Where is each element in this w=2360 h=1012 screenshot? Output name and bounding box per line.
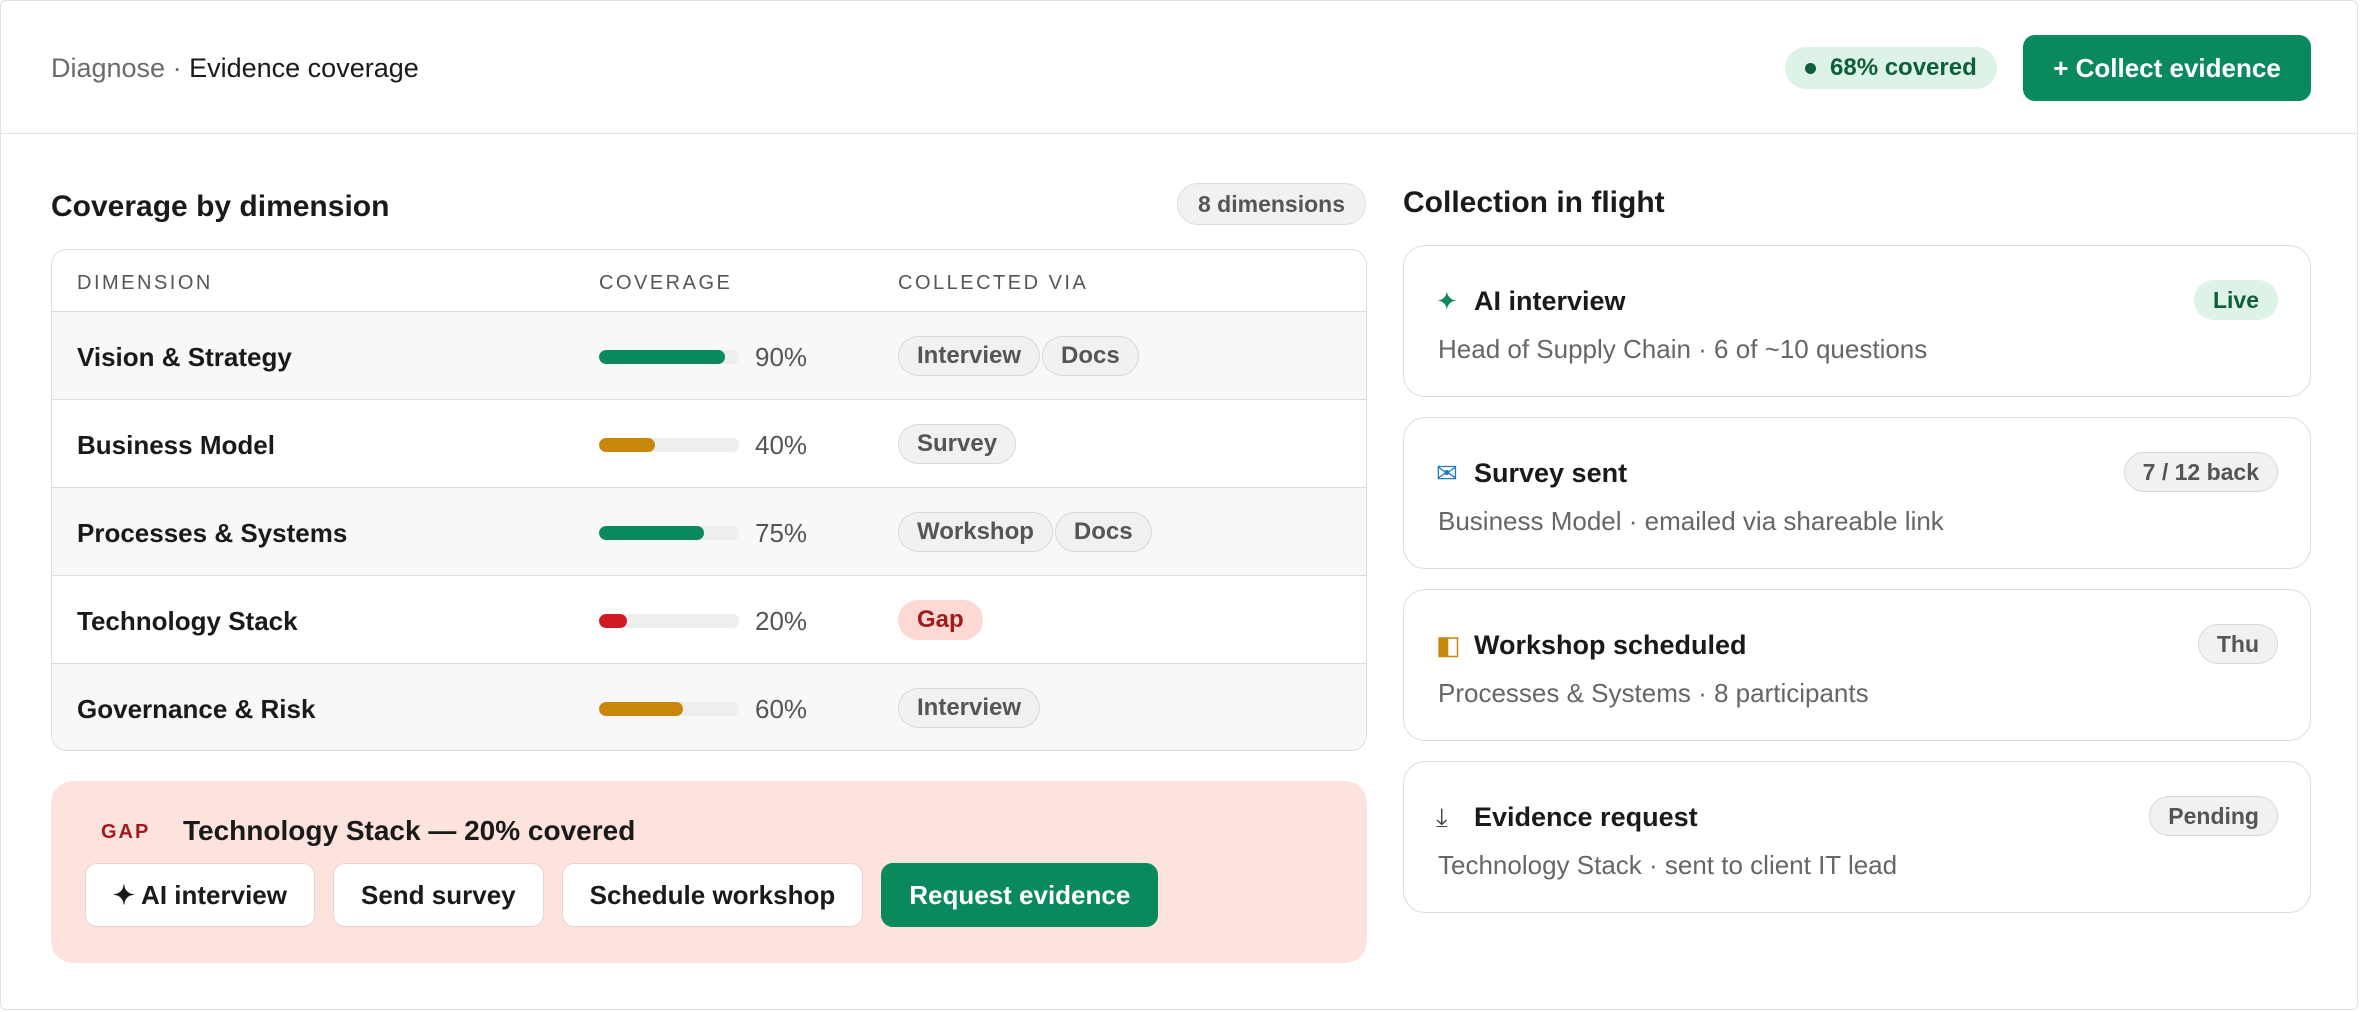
collection-status-badge: Live xyxy=(2193,280,2278,320)
method-chip: Survey xyxy=(898,424,1017,464)
collection-card-subtitle: Business Model · emailed via shareable l… xyxy=(1438,506,1944,536)
coverage-section-title: Coverage by dimension xyxy=(51,190,390,223)
dimension-count-badge: 8 dimensions xyxy=(1177,183,1366,225)
coverage-bar-fill xyxy=(599,702,683,716)
collection-card-title: Survey sent xyxy=(1474,458,1628,488)
coverage-percent: 75% xyxy=(755,518,808,548)
request-evidence-button[interactable]: Request evidence xyxy=(881,863,1159,927)
dimension-name: Technology Stack xyxy=(77,606,298,636)
in-flight-section-title: Collection in flight xyxy=(1403,186,1665,219)
method-chip: Docs xyxy=(1042,336,1139,376)
gap-actions: ✦ AI interview Send survey Schedule work… xyxy=(85,863,1176,927)
coverage-bar-fill xyxy=(599,526,704,540)
collection-card-subtitle: Processes & Systems · 8 participants xyxy=(1438,678,1869,708)
collection-card-title: AI interview xyxy=(1474,286,1626,316)
coverage-bar xyxy=(599,702,739,716)
collection-status-badge: 7 / 12 back xyxy=(2123,452,2278,492)
collection-card[interactable]: ✦ AI interview Head of Supply Chain · 6 of… xyxy=(1403,245,2311,397)
collection-card-subtitle: Head of Supply Chain · 6 of ~10 question… xyxy=(1438,334,1928,364)
calendar-icon: ◧ xyxy=(1436,630,1461,660)
column-header-dimension: DIMENSION xyxy=(77,272,213,294)
coverage-percent: 40% xyxy=(755,430,808,460)
method-chip: Docs xyxy=(1054,512,1152,552)
app-frame: Diagnose · Evidence coverage 68% covered… xyxy=(0,0,2358,1010)
collected-via-chips: Interview Docs xyxy=(898,336,1141,376)
breadcrumb-current: Evidence coverage xyxy=(189,53,419,83)
gap-title: Technology Stack — 20% covered xyxy=(183,815,636,846)
status-dot-icon xyxy=(1805,62,1816,74)
coverage-status-badge: 68% covered xyxy=(1785,47,1997,89)
download-icon: ⤓ xyxy=(1436,802,1448,832)
coverage-bar xyxy=(599,350,739,364)
gap-callout: GAP Technology Stack — 20% covered ✦ AI … xyxy=(51,781,1367,963)
collection-card[interactable]: ⤓ Evidence request Technology Stack · sent… xyxy=(1403,761,2311,913)
collected-via-chips: Interview xyxy=(898,688,1042,728)
coverage-bar xyxy=(599,614,739,628)
coverage-percent: 60% xyxy=(755,694,808,724)
breadcrumb-parent[interactable]: Diagnose xyxy=(51,53,165,83)
collect-evidence-button[interactable]: + Collect evidence xyxy=(2023,35,2311,101)
collected-via-chips: Survey xyxy=(898,424,1018,464)
coverage-percent: 90% xyxy=(755,342,808,372)
table-header: DIMENSION COVERAGE COLLECTED VIA xyxy=(52,250,1366,312)
ai-interview-button[interactable]: ✦ AI interview xyxy=(85,863,315,927)
collection-card-title: Workshop scheduled xyxy=(1474,630,1747,660)
mail-icon: ✉ xyxy=(1436,458,1458,488)
coverage-status-label: 68% covered xyxy=(1830,54,1977,81)
coverage-bar-fill xyxy=(599,614,627,628)
collected-via-chips: Workshop Docs xyxy=(898,512,1154,552)
schedule-workshop-button[interactable]: Schedule workshop xyxy=(561,863,864,927)
dimension-name: Processes & Systems xyxy=(77,518,348,548)
send-survey-button[interactable]: Send survey xyxy=(332,863,544,927)
method-chip: Interview xyxy=(898,336,1041,376)
collection-card[interactable]: ✉ Survey sent Business Model · emailed via… xyxy=(1403,417,2311,569)
table-row[interactable]: Governance & Risk 60% Interview xyxy=(52,664,1366,750)
table-row[interactable]: Processes & Systems 75% Workshop Docs xyxy=(52,488,1366,576)
method-chip: Workshop xyxy=(898,512,1053,552)
collected-via-chips: Gap xyxy=(898,600,985,640)
coverage-bar-fill xyxy=(599,438,655,452)
breadcrumb-separator: · xyxy=(172,53,182,83)
coverage-bar xyxy=(599,438,739,452)
coverage-bar xyxy=(599,526,739,540)
dimension-name: Governance & Risk xyxy=(77,694,316,724)
collection-card[interactable]: ◧ Workshop scheduled Processes & Systems ·… xyxy=(1403,589,2311,741)
table-row[interactable]: Vision & Strategy 90% Interview Docs xyxy=(52,312,1366,400)
dimension-name: Business Model xyxy=(77,430,275,460)
column-header-coverage: COVERAGE xyxy=(599,272,733,294)
coverage-percent: 20% xyxy=(755,606,808,636)
table-row[interactable]: Business Model 40% Survey xyxy=(52,400,1366,488)
collection-status-badge: Thu xyxy=(2197,624,2278,664)
gap-tag: GAP xyxy=(101,821,151,843)
collection-card-subtitle: Technology Stack · sent to client IT lea… xyxy=(1438,850,1898,880)
collection-status-badge: Pending xyxy=(2149,796,2278,836)
method-chip: Interview xyxy=(898,688,1041,728)
table-row[interactable]: Technology Stack 20% Gap xyxy=(52,576,1366,664)
gap-chip: Gap xyxy=(898,600,983,640)
column-header-collected-via: COLLECTED VIA xyxy=(898,272,1089,294)
sparkle-icon: ✦ xyxy=(1436,286,1458,316)
dimension-name: Vision & Strategy xyxy=(77,342,292,372)
coverage-table: DIMENSION COVERAGE COLLECTED VIA Vision … xyxy=(51,249,1367,751)
collection-card-title: Evidence request xyxy=(1474,802,1698,832)
coverage-bar-fill xyxy=(599,350,725,364)
page-header: Diagnose · Evidence coverage 68% covered… xyxy=(1,1,2357,134)
breadcrumb: Diagnose · Evidence coverage xyxy=(51,53,419,84)
